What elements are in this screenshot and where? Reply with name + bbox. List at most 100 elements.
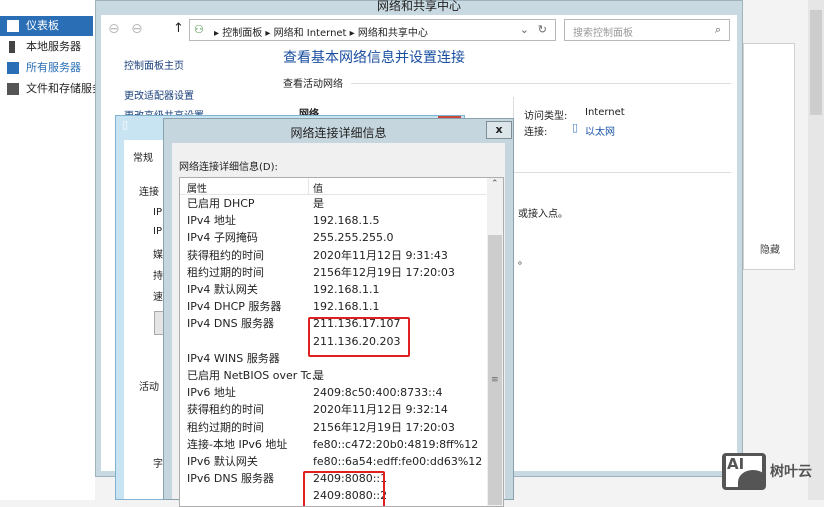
list-label: 网络连接详细信息(D):	[179, 162, 278, 173]
column-header-property[interactable]: 属性	[187, 180, 207, 195]
property-cell: IPv4 子网掩码	[187, 231, 258, 245]
watermark-logo: AI	[722, 453, 766, 490]
field-label: 字	[153, 459, 163, 470]
table-row[interactable]: IPv4 地址 192.168.1.5	[180, 212, 486, 229]
access-type-value: Internet	[585, 107, 625, 118]
value-cell: fe80::c472:20b0:4819:8ff%12	[313, 437, 479, 451]
breadcrumb-sharing-center[interactable]: 网络和共享中心	[358, 28, 428, 39]
property-cell: IPv4 默认网关	[187, 283, 258, 296]
tab-general[interactable]: 常规	[133, 149, 153, 164]
active-networks-label: 查看活动网络	[283, 79, 343, 90]
sidebar-item-all-servers[interactable]: 所有服务器	[0, 58, 93, 78]
sidebar-item-dashboard[interactable]: 仪表板	[0, 16, 93, 36]
column-header-value[interactable]: 值	[313, 180, 323, 195]
sidebar-item-local-server[interactable]: 本地服务器	[0, 37, 93, 57]
value-cell: 2020年11月12日 9:32:14	[313, 403, 448, 417]
connection-section-label: 连接	[139, 187, 159, 198]
scroll-up-icon[interactable]: ⌃	[491, 179, 499, 189]
ethernet-icon: ▯	[572, 121, 579, 134]
table-row[interactable]: IPv4 子网掩码 255.255.255.0	[180, 229, 486, 246]
property-cell: IPv6 默认网关	[187, 455, 258, 468]
page-heading: 查看基本网络信息并设置连接	[283, 50, 465, 66]
table-row[interactable]: 获得租约的时间 2020年11月12日 9:32:14	[180, 401, 486, 418]
breadcrumb-control-panel[interactable]: 控制面板	[222, 28, 262, 39]
up-button[interactable]: ↑	[173, 21, 184, 36]
property-cell: 连接-本地 IPv6 地址	[187, 437, 288, 451]
ethernet-link[interactable]: 以太网	[585, 123, 615, 138]
dashboard-icon	[6, 19, 20, 33]
value-cell: fe80::6a54:edff:fe00:dd63%12	[313, 455, 483, 468]
mountain-shape	[738, 470, 762, 487]
property-cell: IPv4 DNS 服务器	[187, 317, 275, 331]
property-cell: IPv6 DNS 服务器	[187, 472, 275, 486]
network-connection-details-dialog: 网络连接详细信息 x 网络连接详细信息(D): 属性 值 已启用 DHCP 是 IP…	[163, 118, 514, 507]
field-label: 媒	[153, 250, 163, 261]
partial-text: 。	[518, 256, 528, 267]
table-row[interactable]: 租约过期的时间 2156年12月19日 17:20:03	[180, 419, 486, 436]
partial-text: 或接入点。	[518, 209, 568, 220]
field-label: IP	[153, 226, 162, 237]
value-cell: 192.168.1.1	[313, 283, 380, 296]
table-row[interactable]: 已启用 DHCP 是	[180, 195, 486, 212]
value-cell: 是	[313, 369, 324, 382]
search-icon: ⌕	[714, 23, 721, 36]
network-icon: ▯	[122, 118, 129, 131]
property-cell: IPv4 地址	[187, 214, 236, 228]
servers-icon	[7, 62, 19, 74]
value-cell: 2156年12月19日 17:20:03	[313, 265, 455, 279]
value-cell: 2156年12月19日 17:20:03	[313, 420, 455, 434]
property-cell: 租约过期的时间	[187, 420, 264, 434]
back-button[interactable]: ⊖	[108, 21, 120, 37]
property-cell: 租约过期的时间	[187, 265, 264, 279]
value-cell: 2020年11月12日 9:31:43	[313, 248, 448, 262]
chevron-down-icon[interactable]: ⌄	[520, 23, 529, 36]
property-cell: IPv4 WINS 服务器	[187, 351, 280, 365]
table-row[interactable]: IPv4 DHCP 服务器 192.168.1.1	[180, 298, 486, 315]
address-bar[interactable]: ⚇ ▸ 控制面板 ▸ 网络和 Internet ▸ 网络和共享中心 ⌄ ↻	[189, 19, 556, 41]
details-list[interactable]: 属性 值 已启用 DHCP 是 IPv4 地址 192.168.1.5 IPv4 子网掩…	[179, 177, 504, 507]
property-cell: 已启用 DHCP	[187, 197, 255, 210]
field-label: 持	[153, 271, 163, 282]
value-cell: 是	[313, 197, 324, 210]
hide-button[interactable]: 隐藏	[760, 241, 780, 256]
table-row[interactable]: 已启用 NetBIOS over Tc... 是	[180, 367, 486, 384]
table-row[interactable]: IPv6 默认网关 fe80::6a54:edff:fe00:dd63%12	[180, 453, 486, 470]
property-cell: IPv4 DHCP 服务器	[187, 300, 282, 314]
table-row[interactable]: IPv6 地址 2409:8c50:400:8733::4	[180, 384, 486, 401]
access-type-label: 访问类型:	[524, 111, 568, 122]
property-cell: IPv6 地址	[187, 386, 236, 400]
server-manager-sidebar: 仪表板 本地服务器 所有服务器 文件和存储服务	[0, 0, 103, 500]
table-row[interactable]: 获得租约的时间 2020年11月12日 9:31:43	[180, 247, 486, 264]
table-row[interactable]: 租约过期的时间 2156年12月19日 17:20:03	[180, 264, 486, 281]
value-cell: 2409:8c50:400:8733::4	[313, 386, 443, 400]
sidebar-item-file-storage[interactable]: 文件和存储服务	[0, 79, 103, 99]
table-row[interactable]: IPv4 默认网关 192.168.1.1	[180, 281, 486, 298]
grip-icon: ≡	[491, 375, 499, 385]
scrollbar-thumb[interactable]: ≡	[488, 235, 502, 505]
property-cell: 已启用 NetBIOS over Tc...	[187, 369, 323, 382]
network-icon: ⚇	[194, 23, 204, 36]
table-row[interactable]: 连接-本地 IPv6 地址 fe80::c472:20b0:4819:8ff%12	[180, 436, 486, 453]
search-input[interactable]: 搜索控制面板 ⌕	[564, 19, 730, 41]
breadcrumb-sep: ▸	[214, 28, 223, 39]
divider	[513, 172, 731, 173]
value-cell: 255.255.255.0	[313, 231, 394, 245]
close-button[interactable]: x	[486, 121, 512, 139]
link-control-panel-home[interactable]: 控制面板主页	[124, 57, 184, 72]
highlight-ipv4-dns	[308, 317, 410, 357]
connection-label: 连接:	[524, 127, 548, 138]
watermark-text: 树叶云	[770, 464, 812, 480]
field-label: 速	[153, 292, 163, 303]
breadcrumb-network-internet[interactable]: 网络和 Internet	[274, 28, 347, 39]
page-scrollbar[interactable]	[808, 0, 824, 500]
list-scrollbar[interactable]: ⌃ ≡	[487, 178, 503, 506]
refresh-icon[interactable]: ↻	[538, 23, 547, 36]
forward-button[interactable]: ⊖	[131, 21, 143, 37]
highlight-ipv6-dns	[303, 471, 385, 506]
link-change-adapter[interactable]: 更改适配器设置	[124, 87, 194, 102]
value-cell: 192.168.1.1	[313, 300, 380, 314]
activity-section-label: 活动	[139, 382, 159, 393]
field-label: IP	[153, 207, 162, 218]
scrollbar-thumb[interactable]	[810, 10, 822, 115]
window-title: 网络和共享中心	[376, 0, 461, 13]
